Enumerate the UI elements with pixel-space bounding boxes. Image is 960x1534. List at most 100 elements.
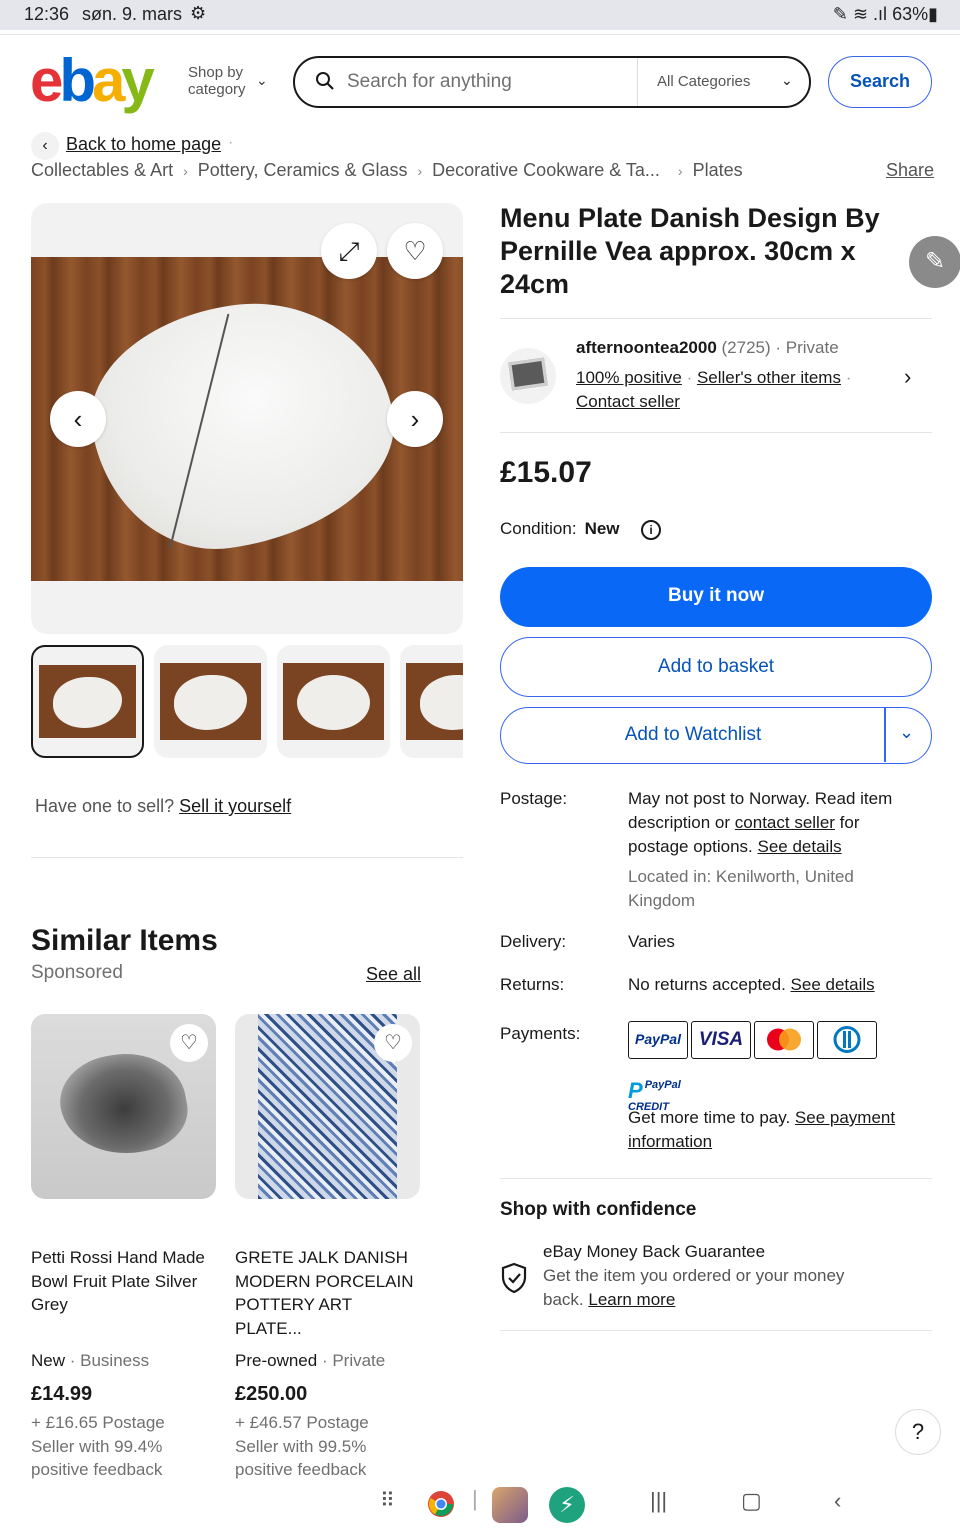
status-bar: 12:36 søn. 9. mars ⚙ ✎ ≋ .ıl 63%▮ [0,0,960,30]
search-button[interactable]: Search [828,56,932,108]
item-title[interactable]: Petti Rossi Hand Made Bowl Fruit Plate S… [31,1246,216,1317]
see-details-link[interactable]: See details [757,837,841,856]
help-button[interactable]: ? [895,1409,941,1455]
search-icon [316,72,334,90]
chevron-down-icon[interactable]: ⌄ [899,722,914,743]
seller-name[interactable]: afternoontea2000 (2725) · Private [576,338,839,358]
seller-other-items-link[interactable]: Seller's other items [697,368,841,387]
chevron-down-icon[interactable]: ⌄ [781,72,793,89]
chevron-right-icon: › [417,163,423,179]
divider [500,432,932,433]
back-to-home-link[interactable]: Back to home page [66,134,221,155]
add-to-watchlist-button[interactable]: Add to Watchlist [501,708,885,762]
apps-grid-icon[interactable]: ⠿ [380,1488,395,1513]
search-input[interactable]: Search for anything [347,71,512,93]
shop-with-confidence-heading: Shop with confidence [500,1199,697,1220]
item-title[interactable]: GRETE JALK DANISH MODERN PORCELAIN POTTE… [235,1246,420,1340]
mastercard-icon [754,1021,814,1059]
contact-seller-link[interactable]: contact seller [735,813,835,832]
item-postage: + £16.65 Postage Seller with 99.4% positi… [31,1413,165,1479]
heart-icon[interactable]: ♡ [387,223,443,279]
thumbnail[interactable] [31,645,144,758]
separator: | [472,1486,478,1511]
item-image[interactable]: ♡ [31,1014,216,1199]
watchlist-split-button: Add to Watchlist ⌄ [500,707,932,764]
sponsored-label: Sponsored [31,962,123,983]
plate-image [77,285,409,565]
product-title: Menu Plate Danish Design By Pernille Vea… [500,203,880,299]
thumbnail[interactable] [400,645,463,758]
visa-icon: VISA [691,1021,751,1059]
separator-dot: · [228,134,234,151]
sell-prompt: Have one to sell? Sell it yourself [35,796,292,816]
returns-label: Returns: [500,975,565,994]
item-price: £14.99 [31,1383,93,1405]
thumbnail[interactable] [154,645,267,758]
app-shortcut-icon[interactable] [492,1487,528,1523]
shield-check-icon [501,1262,527,1294]
back-arrow-icon[interactable]: ‹ [31,132,59,160]
chevron-right-icon: › [677,163,683,179]
gear-icon: ⚙ [190,3,207,23]
breadcrumb-item[interactable]: Decorative Cookware & Ta... [432,160,660,180]
see-details-link[interactable]: See details [791,975,875,994]
expand-icon[interactable]: ⤢ [321,223,377,279]
edit-pencil-icon[interactable]: ✎ [909,236,960,288]
item-image[interactable]: ♡ [235,1014,420,1199]
diners-club-icon [817,1021,877,1059]
breadcrumb-item[interactable]: Collectables & Art [31,160,173,180]
ebay-logo[interactable]: ebay [30,46,155,116]
system-navigation-bar: ⠿ | ⚡ ||| ▢ ‹ [0,1478,960,1534]
app-shortcut-icon[interactable]: ⚡ [549,1487,585,1523]
thumbnail[interactable] [277,645,390,758]
heart-icon[interactable]: ♡ [374,1024,412,1062]
divider [500,1330,932,1331]
positive-feedback-link[interactable]: 100% positive [576,368,682,387]
search-bar: Search for anything All Categories ⌄ [293,56,811,108]
breadcrumb: Collectables & Art › Pottery, Ceramics & G… [31,160,743,181]
buy-it-now-button[interactable]: Buy it now [500,567,932,627]
breadcrumb-item[interactable]: Pottery, Ceramics & Glass [198,160,408,180]
heart-icon[interactable]: ♡ [170,1024,208,1062]
chrome-icon[interactable] [427,1490,455,1524]
prev-image-button[interactable]: ‹ [50,391,106,447]
money-back-guarantee: eBay Money Back Guarantee Get the item y… [543,1242,845,1309]
thumbnail-strip [31,645,463,758]
chevron-right-icon[interactable]: › [904,364,911,390]
breadcrumb-item[interactable]: Plates [693,160,743,180]
battery-status: ✎ ≋ .ıl 63%▮ [832,4,938,24]
recent-apps-icon[interactable]: ||| [650,1488,667,1514]
home-icon[interactable]: ▢ [741,1488,762,1514]
divider [31,857,463,858]
contact-seller-link[interactable]: Contact seller [576,392,680,411]
postage-value: May not post to Norway. Read item descri… [628,787,923,913]
item-price: £15.07 [500,456,592,489]
condition: Condition: New [500,519,620,538]
item-location: Located in: Kenilworth, United Kingdom [628,867,854,910]
postage-label: Postage: [500,789,568,808]
paypal-icon: PayPal [628,1021,688,1059]
share-link[interactable]: Share [886,160,934,181]
chevron-right-icon: › [183,163,188,179]
payments-label: Payments: [500,1024,581,1043]
similar-items-heading: Similar Items [31,924,218,957]
back-icon[interactable]: ‹ [834,1488,841,1514]
learn-more-link[interactable]: Learn more [588,1290,675,1309]
info-icon[interactable]: i [641,520,661,540]
status-time: 12:36 [24,4,70,24]
category-select[interactable]: All Categories [657,73,750,90]
divider [500,1178,932,1179]
chevron-down-icon[interactable]: ⌄ [256,72,268,89]
seller-avatar[interactable] [500,348,556,404]
shop-by-category-button[interactable]: Shop by category [188,64,246,98]
image-gallery: ⤢ ♡ ‹ › [31,203,463,634]
sell-it-yourself-link[interactable]: Sell it yourself [179,796,291,816]
status-date: søn. 9. mars [82,4,183,24]
next-image-button[interactable]: › [387,391,443,447]
add-to-basket-button[interactable]: Add to basket [500,637,932,697]
see-all-link[interactable]: See all [366,964,421,985]
delivery-value: Varies [628,932,675,951]
item-postage: + £46.57 Postage Seller with 99.5% positi… [235,1413,369,1479]
divider [500,318,932,319]
delivery-label: Delivery: [500,932,567,951]
